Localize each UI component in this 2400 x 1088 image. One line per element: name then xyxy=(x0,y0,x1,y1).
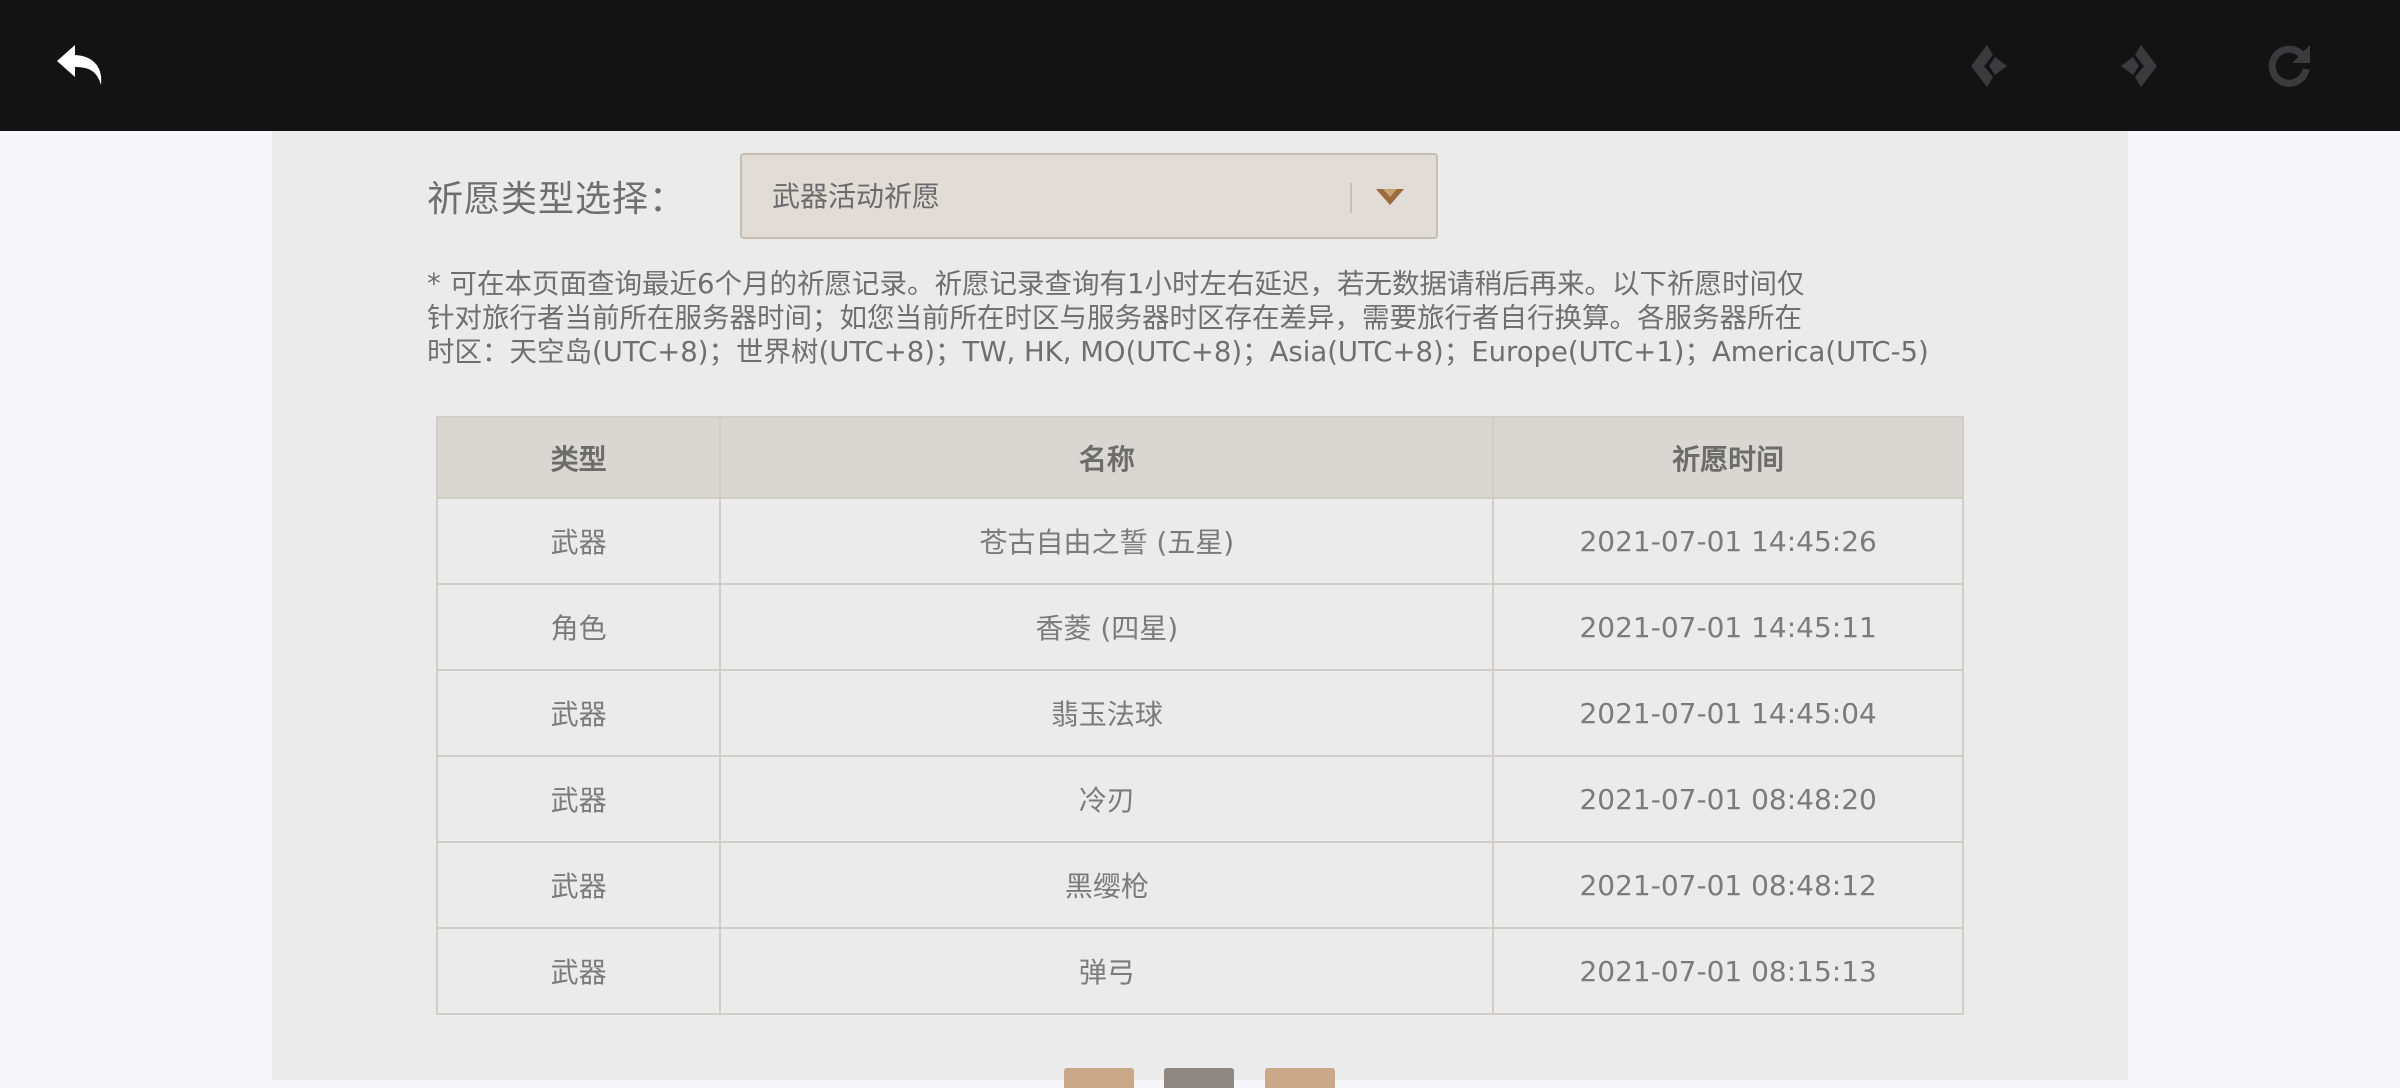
cell-name: 弹弓 xyxy=(719,927,1495,1015)
cell-name: 苍古自由之誓 (五星) xyxy=(719,497,1495,585)
pager-prev-button[interactable] xyxy=(1064,1068,1134,1088)
wish-history-table: 类型 名称 祈愿时间 武器 苍古自由之誓 (五星) 2021-07-01 14:… xyxy=(435,416,1964,1015)
pager-current-button[interactable] xyxy=(1164,1068,1234,1088)
back-button[interactable] xyxy=(47,30,119,102)
table-row: 角色 香菱 (四星) 2021-07-01 14:45:11 xyxy=(435,583,1964,671)
cell-time: 2021-07-01 14:45:26 xyxy=(1492,497,1964,585)
column-header-type: 类型 xyxy=(435,416,722,499)
wish-type-label: 祈愿类型选择： xyxy=(427,179,687,220)
table-row: 武器 翡玉法球 2021-07-01 14:45:04 xyxy=(435,669,1964,757)
wish-type-filter: 祈愿类型选择： 武器活动祈愿 xyxy=(427,151,1438,241)
column-header-name: 名称 xyxy=(719,416,1495,499)
pager-next-button[interactable] xyxy=(1265,1068,1335,1088)
cell-type: 武器 xyxy=(435,497,722,585)
table-row: 武器 苍古自由之誓 (五星) 2021-07-01 14:45:26 xyxy=(435,497,1964,585)
chevron-down-icon xyxy=(1376,189,1404,205)
refresh-button[interactable] xyxy=(2253,30,2325,102)
table-row: 武器 弹弓 2021-07-01 08:15:13 xyxy=(435,927,1964,1015)
notice-line: * 可在本页面查询最近6个月的祈愿记录。祈愿记录查询有1小时左右延迟，若无数据请… xyxy=(427,268,1805,300)
cell-time: 2021-07-01 08:15:13 xyxy=(1492,927,1964,1015)
cell-time: 2021-07-01 14:45:04 xyxy=(1492,669,1964,757)
cell-time: 2021-07-01 08:48:20 xyxy=(1492,755,1964,843)
column-header-time: 祈愿时间 xyxy=(1492,416,1964,499)
cell-time: 2021-07-01 14:45:11 xyxy=(1492,583,1964,671)
next-button[interactable] xyxy=(2102,30,2174,102)
cell-time: 2021-07-01 08:48:12 xyxy=(1492,841,1964,929)
cell-name: 翡玉法球 xyxy=(719,669,1495,757)
notice-line: 时区：天空岛(UTC+8)；世界树(UTC+8)；TW, HK, MO(UTC+… xyxy=(427,336,1929,368)
wish-record-notice: * 可在本页面查询最近6个月的祈愿记录。祈愿记录查询有1小时左右延迟，若无数据请… xyxy=(427,267,1967,369)
cell-name: 冷刃 xyxy=(719,755,1495,843)
refresh-icon xyxy=(2268,45,2310,87)
prev-button[interactable] xyxy=(1954,30,2026,102)
cell-type: 武器 xyxy=(435,927,722,1015)
cell-name: 黑缨枪 xyxy=(719,841,1495,929)
select-divider xyxy=(1350,183,1352,213)
wish-history-panel: 祈愿类型选择： 武器活动祈愿 * 可在本页面查询最近6个月的祈愿记录。祈愿记录查… xyxy=(272,131,2128,1088)
cell-type: 武器 xyxy=(435,669,722,757)
prev-diamond-arrow-icon xyxy=(1971,45,2007,87)
top-bar xyxy=(0,0,2400,131)
cell-name: 香菱 (四星) xyxy=(719,583,1495,671)
back-arrow-icon xyxy=(57,45,102,85)
table-row: 武器 冷刃 2021-07-01 08:48:20 xyxy=(435,755,1964,843)
cell-type: 角色 xyxy=(435,583,722,671)
cell-type: 武器 xyxy=(435,755,722,843)
wish-type-selected-value: 武器活动祈愿 xyxy=(772,180,941,213)
notice-line: 针对旅行者当前所在服务器时间；如您当前所在时区与服务器时区存在差异，需要旅行者自… xyxy=(427,302,1802,334)
cell-type: 武器 xyxy=(435,841,722,929)
table-row: 武器 黑缨枪 2021-07-01 08:48:12 xyxy=(435,841,1964,929)
next-diamond-arrow-icon xyxy=(2121,45,2157,87)
wish-type-select[interactable]: 武器活动祈愿 xyxy=(740,153,1438,239)
table-header-row: 类型 名称 祈愿时间 xyxy=(435,416,1964,499)
